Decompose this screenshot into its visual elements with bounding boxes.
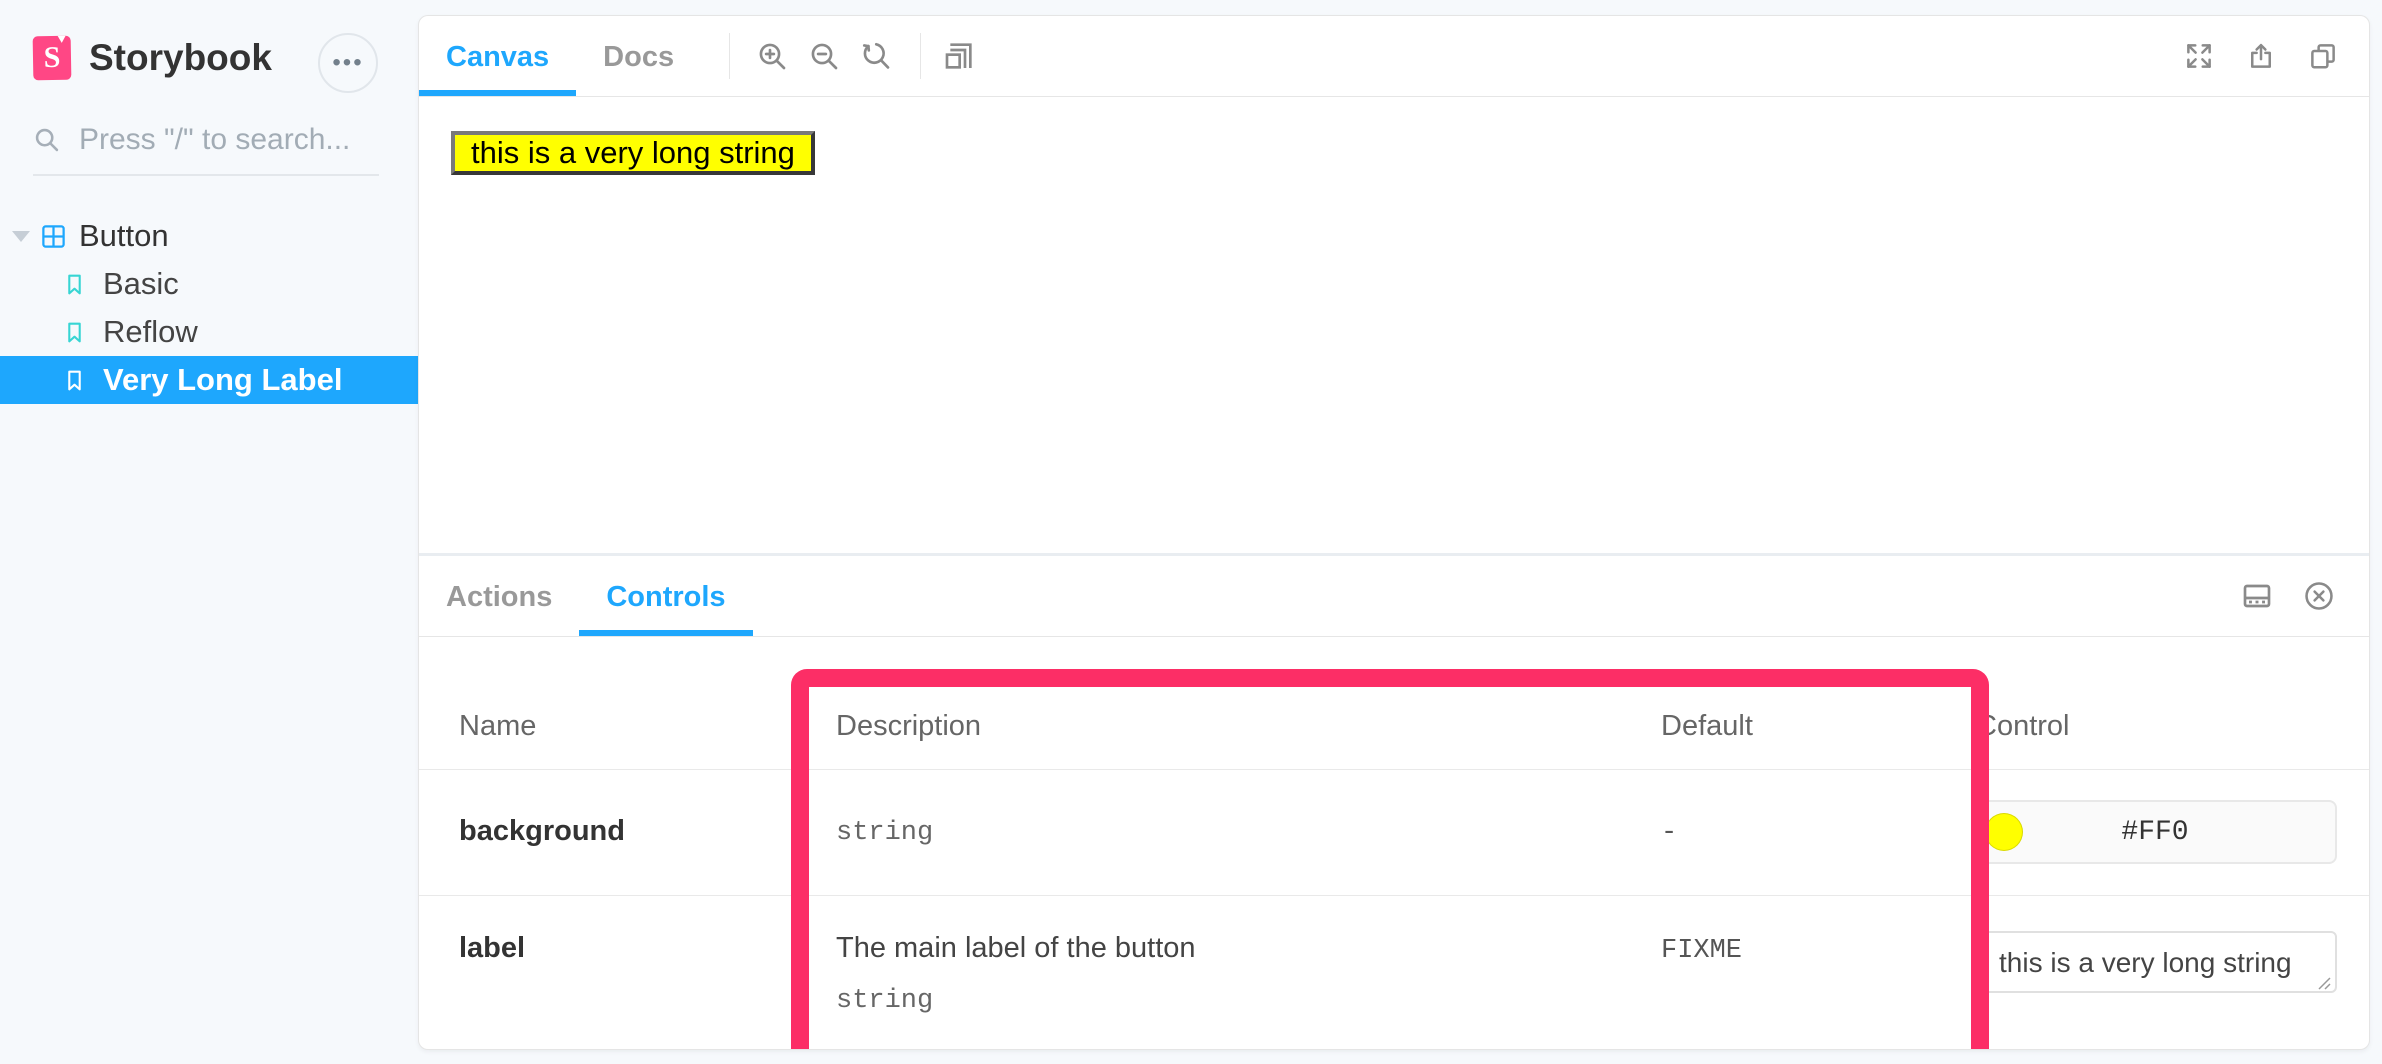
ellipsis-icon: ••• [332,49,363,77]
resize-handle-icon[interactable] [2316,975,2332,991]
zoom-reset-icon [860,40,892,72]
column-header-name: Name [459,710,536,743]
column-header-control: Control [1976,710,2070,743]
close-icon [2302,579,2336,613]
component-icon [40,223,67,250]
column-header-description: Description [836,710,981,743]
zoom-reset-button[interactable] [850,30,902,82]
share-button[interactable] [2235,30,2287,82]
tree-node-button[interactable]: Button [0,212,418,260]
tab-label: Docs [603,41,674,73]
fullscreen-icon [2184,41,2214,71]
tab-actions[interactable]: Actions [419,556,579,636]
tree-node-label: Button [79,218,169,254]
tab-docs[interactable]: Docs [576,16,701,96]
arg-default: - [1661,818,1677,848]
preview-button[interactable]: this is a very long string [451,131,815,175]
column-header-default: Default [1661,710,1753,743]
table-row-label: label The main label of the button strin… [419,896,2369,1050]
sidebar-menu-button[interactable]: ••• [318,33,378,93]
story-label: Very Long Label [103,362,342,398]
arg-name: label [459,932,525,965]
arg-description: The main label of the button [836,932,1196,965]
chevron-down-icon[interactable] [12,231,30,242]
color-value: #FF0 [1975,817,2335,848]
arg-name: background [459,815,625,848]
table-header-row: Name Description Default Control [419,637,2369,770]
text-control[interactable]: this is a very long string [1973,931,2337,993]
fullscreen-button[interactable] [2173,30,2225,82]
sidebar-item-basic[interactable]: Basic [0,260,418,308]
zoom-out-button[interactable] [798,30,850,82]
copy-link-button[interactable] [2297,30,2349,82]
tab-label: Actions [446,581,552,613]
arg-type: string [836,986,933,1016]
toolbar-divider [920,33,921,79]
controls-table: Name Description Default Control backgro… [419,637,2369,1050]
sidebar: S Storybook ••• Button Basic [0,0,418,1064]
search-icon [33,126,61,154]
addon-panel-tabbar: Actions Controls [419,556,2369,637]
panel-right-icons [2231,570,2369,622]
tab-canvas[interactable]: Canvas [419,16,576,96]
bookmark-icon [62,272,87,297]
zoom-out-icon [808,40,840,72]
share-icon [2246,41,2276,71]
search-input[interactable] [77,122,379,158]
story-label: Basic [103,266,179,302]
logo-letter: S [43,41,60,75]
close-panel-button[interactable] [2293,570,2345,622]
bookmark-icon [62,320,87,345]
zoom-in-button[interactable] [746,30,798,82]
toolbar-right-icons [2173,30,2369,82]
preview-toolbar: Canvas Docs [419,16,2369,97]
tab-controls[interactable]: Controls [579,556,752,636]
zoom-in-icon [756,40,788,72]
table-row-background: background string - #FF0 [419,770,2369,896]
arg-default: FIXME [1661,936,1742,966]
color-control[interactable]: #FF0 [1973,800,2337,864]
story-canvas: this is a very long string [419,97,2369,553]
story-label: Reflow [103,314,198,350]
logo-notch [58,36,66,43]
sidebar-item-reflow[interactable]: Reflow [0,308,418,356]
tab-label: Controls [606,581,725,613]
panel-position-button[interactable] [2231,570,2283,622]
toolbar-divider [729,33,730,79]
bookmark-icon [62,368,87,393]
copy-icon [2308,41,2338,71]
tab-label: Canvas [446,41,549,73]
search-bar [33,122,379,176]
preview-card: Canvas Docs [418,15,2370,1050]
panel-position-icon [2241,580,2273,612]
storybook-logo-icon: S [33,36,72,81]
brand-title: Storybook [89,37,272,79]
story-tree: Button Basic Reflow Very Long Label [0,212,418,404]
outline-toggle-button[interactable] [933,30,985,82]
sidebar-item-very-long-label[interactable]: Very Long Label [0,356,418,404]
outline-icon [943,40,975,72]
brand: S Storybook [33,36,272,80]
arg-type: string [836,818,933,848]
